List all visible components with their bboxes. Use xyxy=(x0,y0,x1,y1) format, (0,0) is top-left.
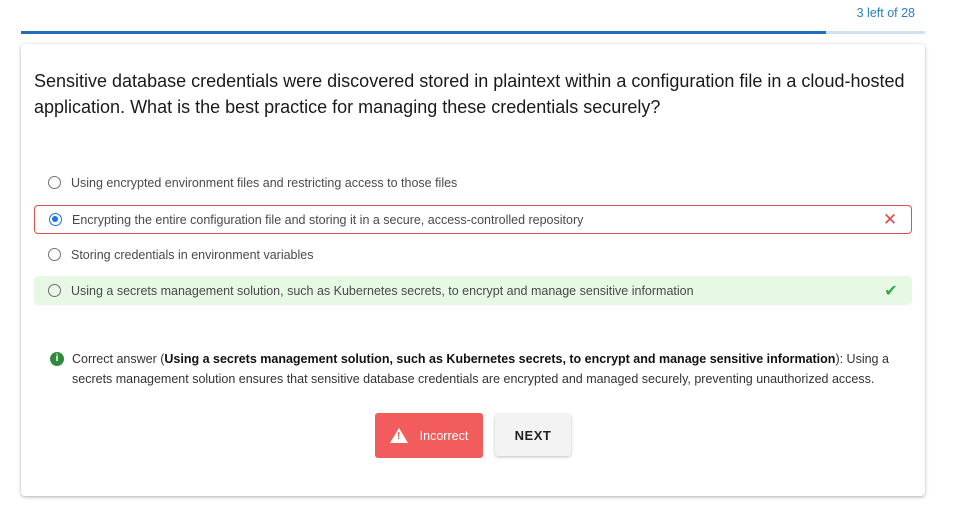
info-icon: i xyxy=(50,352,64,366)
explanation: i Correct answer (Using a secrets manage… xyxy=(50,349,910,389)
progress-fill xyxy=(21,31,826,34)
check-icon: ✔ xyxy=(884,282,898,300)
question-text: Sensitive database credentials were disc… xyxy=(34,71,905,117)
correct-answer-text: Using a secrets management solution, suc… xyxy=(164,352,836,366)
warning-icon: ! xyxy=(389,428,408,443)
option-4[interactable]: Using a secrets management solution, suc… xyxy=(34,276,912,305)
question-counter: 3 left of 28 xyxy=(856,6,915,20)
incorrect-result-button[interactable]: ! Incorrect xyxy=(375,413,483,458)
option-1[interactable]: Using encrypted environment files and re… xyxy=(34,168,912,197)
radio-button-selected[interactable] xyxy=(49,213,62,226)
option-label: Using a secrets management solution, suc… xyxy=(71,283,694,298)
radio-button[interactable] xyxy=(48,284,61,297)
option-3[interactable]: Storing credentials in environment varia… xyxy=(34,240,912,269)
incorrect-label: Incorrect xyxy=(419,428,469,443)
option-label: Encrypting the entire configuration file… xyxy=(72,212,584,227)
option-label: Using encrypted environment files and re… xyxy=(71,175,458,190)
close-icon: ✕ xyxy=(882,209,898,229)
explanation-text: Correct answer (Using a secrets manageme… xyxy=(72,352,889,386)
radio-button[interactable] xyxy=(48,176,61,189)
progress-bar xyxy=(21,31,925,34)
option-2[interactable]: Encrypting the entire configuration file… xyxy=(34,205,912,234)
question-card: Sensitive database credentials were disc… xyxy=(21,44,925,496)
radio-button[interactable] xyxy=(48,248,61,261)
next-button[interactable]: NEXT xyxy=(495,414,571,456)
option-label: Storing credentials in environment varia… xyxy=(71,247,314,262)
